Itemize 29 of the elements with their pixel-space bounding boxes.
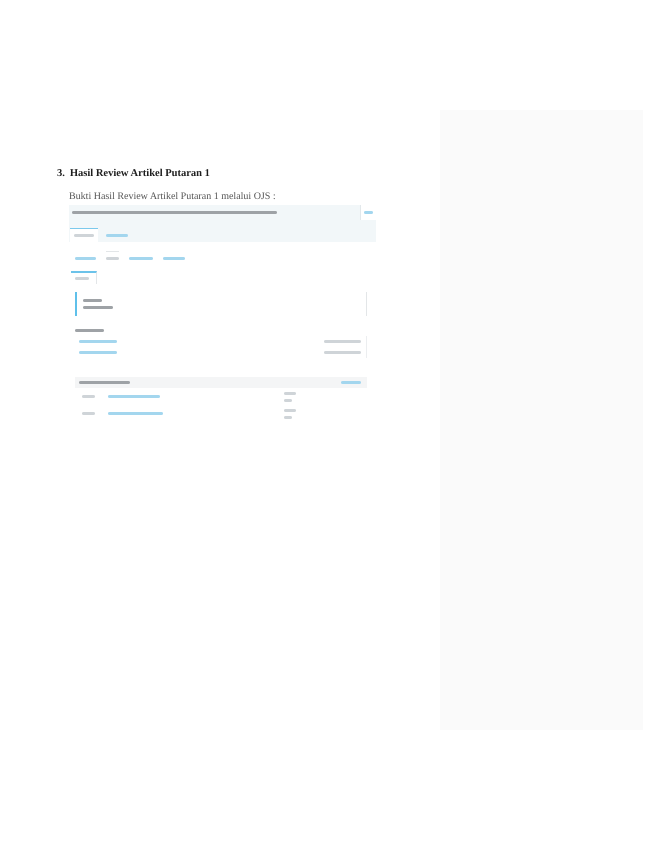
- blurred-link[interactable]: [108, 395, 160, 398]
- blurred-text: [324, 351, 361, 354]
- blurred-text: [75, 257, 96, 260]
- blurred-text: [75, 329, 104, 332]
- blurred-link[interactable]: [79, 351, 117, 354]
- blurred-text: [129, 257, 153, 260]
- blurred-text: [284, 408, 296, 412]
- blurred-text: [83, 299, 102, 302]
- blurred-text: [82, 395, 95, 398]
- blurred-text: [284, 398, 292, 402]
- blurred-text: [106, 257, 119, 260]
- blurred-text: [74, 234, 94, 237]
- blurred-text: [106, 234, 128, 237]
- blurred-text: [324, 340, 361, 343]
- section-heading: Hasil Review Artikel Putaran 1: [70, 167, 210, 180]
- section-number: 3.: [57, 167, 65, 180]
- blurred-text: [364, 211, 373, 214]
- blurred-text: [163, 257, 185, 260]
- tab[interactable]: [70, 228, 98, 242]
- blurred-text: [284, 392, 296, 394]
- caption: Bukti Hasil Review Artikel Putaran 1 melalui OJS :: [69, 190, 276, 203]
- blurred-text: [83, 306, 113, 309]
- blurred-link[interactable]: [79, 340, 117, 343]
- blurred-link[interactable]: [341, 381, 361, 384]
- blurred-text: [82, 412, 95, 415]
- blurred-text: [75, 277, 89, 280]
- blurred-link[interactable]: [108, 412, 163, 415]
- blurred-text: [79, 381, 130, 384]
- blurred-text: [284, 416, 292, 418]
